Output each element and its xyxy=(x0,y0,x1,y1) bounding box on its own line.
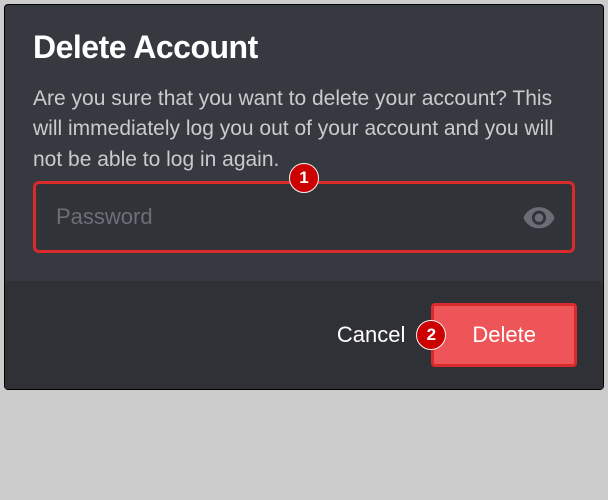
delete-button-container: 2 Delete xyxy=(431,303,577,367)
delete-button[interactable]: Delete xyxy=(431,303,577,367)
eye-icon xyxy=(522,200,556,234)
modal-body: Are you sure that you want to delete you… xyxy=(5,84,603,281)
password-input-container: 1 xyxy=(33,181,575,253)
modal-footer: Cancel 2 Delete xyxy=(5,281,603,389)
toggle-password-visibility-button[interactable] xyxy=(521,199,557,235)
modal-header: Delete Account xyxy=(5,5,603,84)
modal-title: Delete Account xyxy=(33,29,575,66)
cancel-button[interactable]: Cancel xyxy=(321,308,421,362)
annotation-badge-2: 2 xyxy=(416,320,446,350)
delete-account-modal: Delete Account Are you sure that you wan… xyxy=(4,4,604,390)
annotation-badge-1: 1 xyxy=(289,163,319,193)
warning-text: Are you sure that you want to delete you… xyxy=(33,84,575,175)
